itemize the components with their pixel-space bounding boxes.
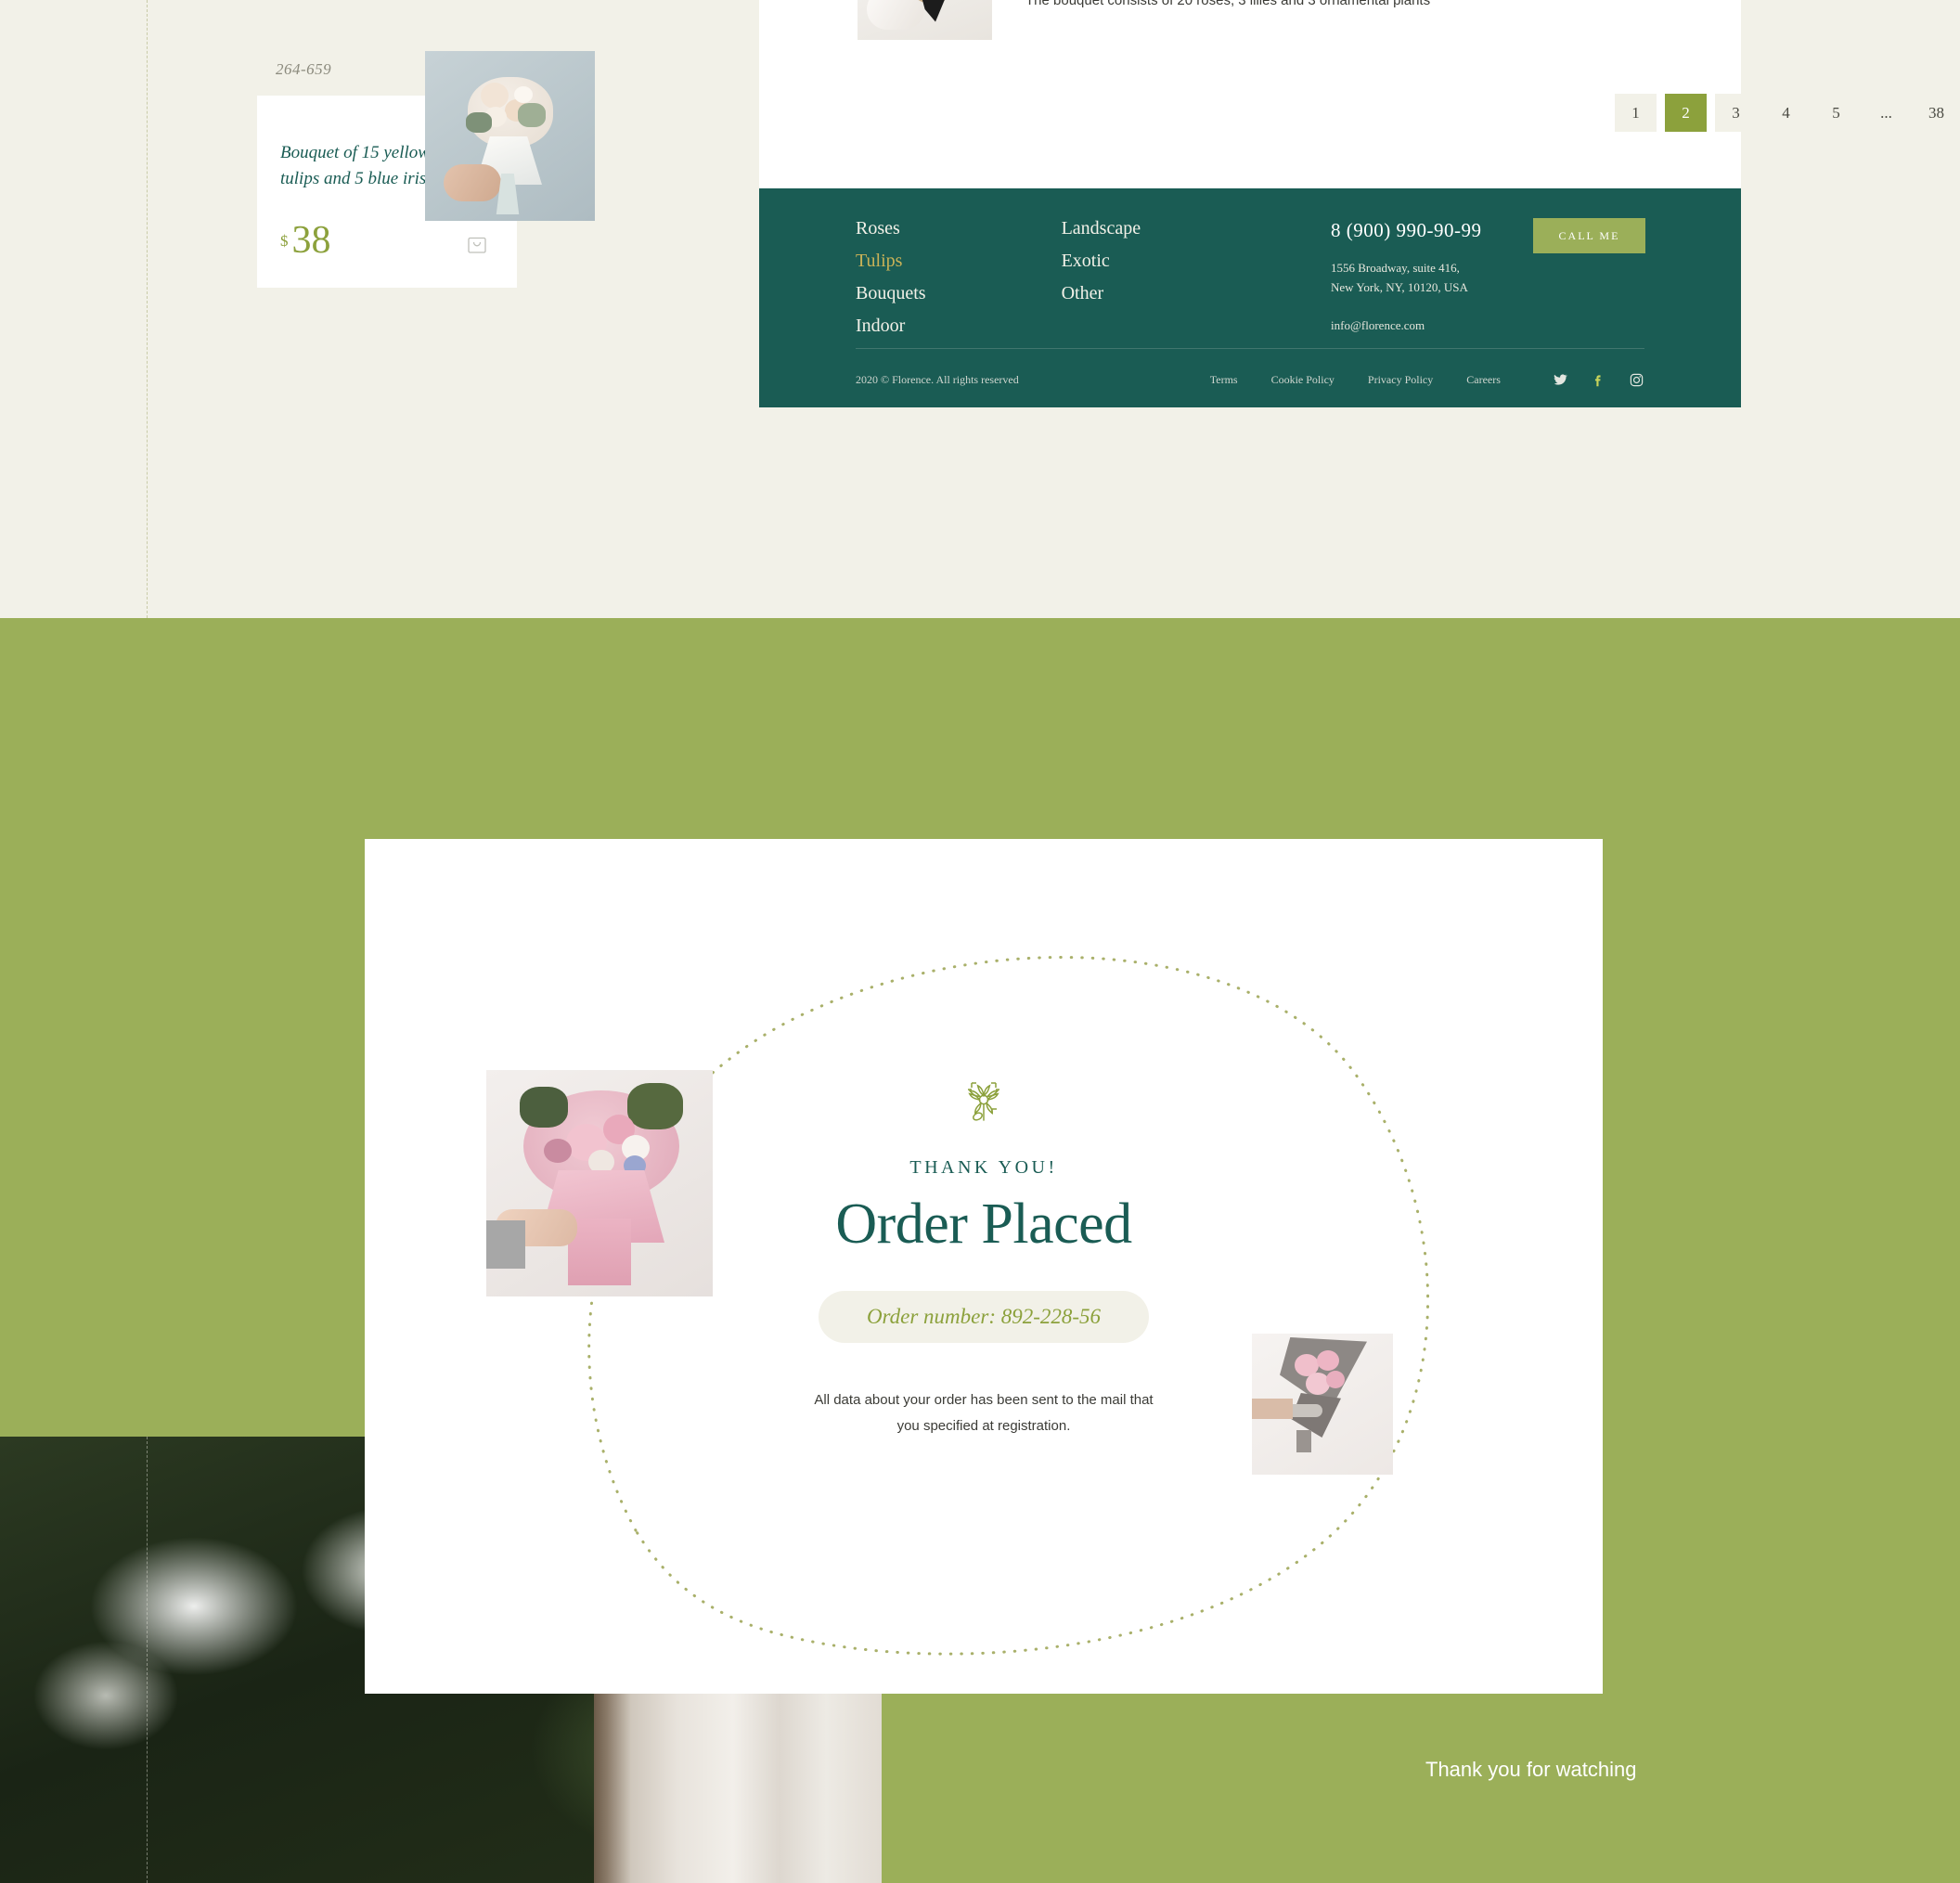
footer-link-indoor[interactable]: Indoor xyxy=(856,316,926,337)
footer-address: 1556 Broadway, suite 416, New York, NY, … xyxy=(1331,259,1481,298)
footer-phone[interactable]: 8 (900) 990-90-99 xyxy=(1331,219,1481,242)
layout-guide-line-photo xyxy=(147,1437,148,1883)
product-price: $ 38 xyxy=(280,219,331,263)
footer-copyright: 2020 © Florence. All rights reserved xyxy=(856,373,1019,386)
footer-link-tulips[interactable]: Tulips xyxy=(856,251,926,272)
footer-nav-column-2: Landscape Exotic Other xyxy=(1062,218,1141,337)
modal-eyebrow: THANK YOU! xyxy=(909,1157,1058,1178)
shopping-bag-icon[interactable] xyxy=(465,232,489,256)
pagination-page-38[interactable]: 38 xyxy=(1915,94,1957,132)
footer-nav: Roses Tulips Bouquets Indoor Landscape E… xyxy=(856,218,1141,337)
footer-link-terms[interactable]: Terms xyxy=(1210,373,1238,387)
modal-note: All data about your order has been sent … xyxy=(814,1387,1153,1439)
currency-symbol: $ xyxy=(280,232,289,251)
twitter-icon[interactable] xyxy=(1553,372,1568,388)
order-placed-modal: THANK YOU! Order Placed Order number: 89… xyxy=(365,839,1603,1694)
footer-address-line1: 1556 Broadway, suite 416, xyxy=(1331,261,1460,275)
price-amount: 38 xyxy=(291,219,331,263)
footer-link-cookie-policy[interactable]: Cookie Policy xyxy=(1271,373,1335,387)
footer-nav-column-1: Roses Tulips Bouquets Indoor xyxy=(856,218,926,337)
footer-link-bouquets[interactable]: Bouquets xyxy=(856,283,926,304)
footer-link-privacy-policy[interactable]: Privacy Policy xyxy=(1368,373,1433,387)
pagination-page-4[interactable]: 4 xyxy=(1765,94,1807,132)
footer-email[interactable]: info@florence.com xyxy=(1331,318,1481,333)
product-price-row: $ 38 xyxy=(280,219,489,263)
footer-contact: 8 (900) 990-90-99 1556 Broadway, suite 4… xyxy=(1331,219,1481,333)
layout-guide-line xyxy=(147,0,148,618)
outro-text: Thank you for watching xyxy=(1425,1758,1637,1781)
modal-note-line2: you specified at registration. xyxy=(896,1417,1071,1434)
footer-link-careers[interactable]: Careers xyxy=(1466,373,1501,387)
footer-bottom-bar: 2020 © Florence. All rights reserved Ter… xyxy=(856,372,1644,388)
pagination[interactable]: 1 2 3 4 5 ... 38 NEXT › xyxy=(1615,94,1960,132)
product-detail-row: The bouquet consists of 20 roses, 3 lili… xyxy=(858,0,1693,40)
footer-link-landscape[interactable]: Landscape xyxy=(1062,218,1141,239)
call-me-button[interactable]: CALL ME xyxy=(1533,218,1645,253)
site-footer: Roses Tulips Bouquets Indoor Landscape E… xyxy=(759,188,1741,407)
product-detail-description: The bouquet consists of 20 roses, 3 lili… xyxy=(1025,0,1431,8)
pagination-page-1[interactable]: 1 xyxy=(1615,94,1657,132)
order-number-badge: Order number: 892-228-56 xyxy=(818,1291,1150,1343)
footer-legal-links: Terms Cookie Policy Privacy Policy Caree… xyxy=(1210,373,1501,387)
top-section: 264-659 Bouquet of 15 yellow tulips and … xyxy=(0,0,1960,618)
instagram-icon[interactable] xyxy=(1629,372,1644,388)
footer-link-other[interactable]: Other xyxy=(1062,283,1141,304)
pagination-ellipsis: ... xyxy=(1865,94,1907,132)
product-detail-panel: The bouquet consists of 20 roses, 3 lili… xyxy=(759,0,1957,188)
pagination-page-5[interactable]: 5 xyxy=(1815,94,1857,132)
flower-icon xyxy=(957,1074,1011,1131)
footer-address-line2: New York, NY, 10120, USA xyxy=(1331,279,1468,294)
product-detail-thumbnail xyxy=(858,0,992,40)
pagination-page-2-active[interactable]: 2 xyxy=(1665,94,1707,132)
product-card[interactable]: 264-659 Bouquet of 15 yellow tulips and … xyxy=(257,51,610,288)
footer-link-roses[interactable]: Roses xyxy=(856,218,926,239)
modal-note-line1: All data about your order has been sent … xyxy=(814,1392,1154,1408)
pagination-page-3[interactable]: 3 xyxy=(1715,94,1757,132)
footer-divider xyxy=(856,348,1644,349)
product-sku: 264-659 xyxy=(276,60,332,78)
product-photo xyxy=(425,51,595,221)
facebook-icon[interactable] xyxy=(1591,372,1606,388)
modal-title: Order Placed xyxy=(835,1193,1132,1256)
modal-content: THANK YOU! Order Placed Order number: 89… xyxy=(365,1074,1603,1439)
footer-social-links xyxy=(1553,372,1644,388)
footer-link-exotic[interactable]: Exotic xyxy=(1062,251,1141,272)
